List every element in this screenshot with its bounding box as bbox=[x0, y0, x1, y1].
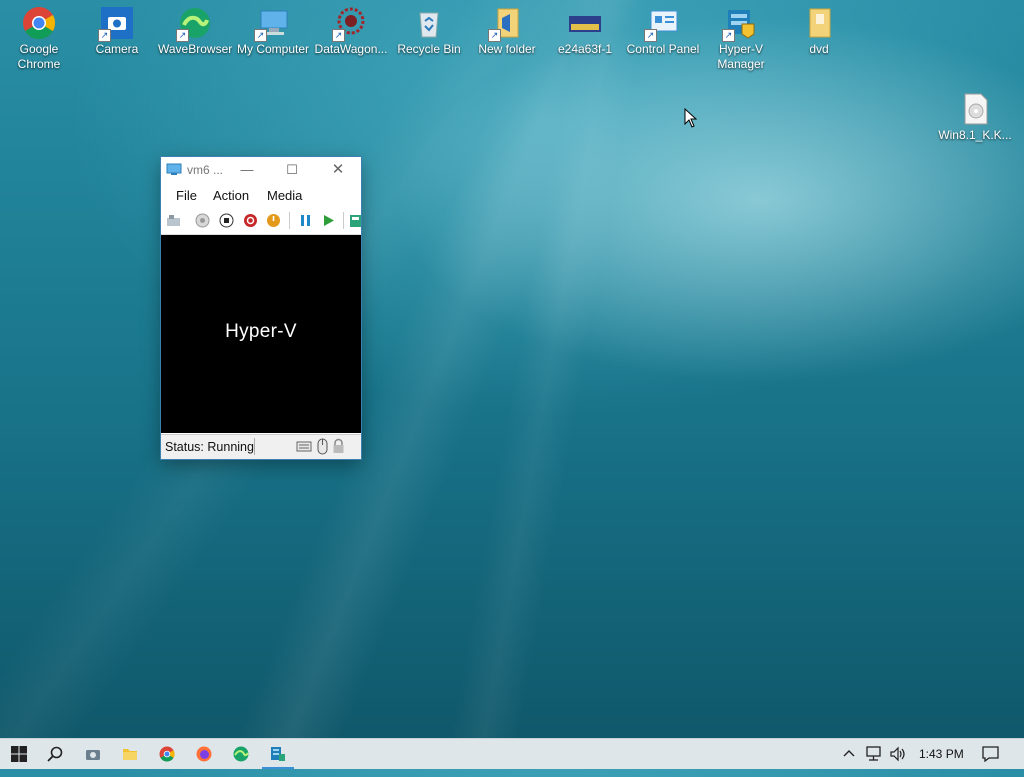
taskbar-camera[interactable] bbox=[74, 739, 112, 769]
chrome-icon bbox=[22, 6, 56, 40]
image-file-icon bbox=[568, 6, 602, 40]
menu-bar: File Action Media bbox=[161, 183, 361, 207]
shortcut-arrow-icon: ↗ bbox=[488, 29, 501, 42]
desktop-icon-label: e24a63f-1 bbox=[557, 42, 613, 56]
shortcut-arrow-icon: ↗ bbox=[722, 29, 735, 42]
desktop-icon-label: Google Chrome bbox=[17, 42, 61, 71]
taskbar-wavebrowser[interactable] bbox=[222, 739, 260, 769]
shut-down-icon[interactable] bbox=[243, 213, 258, 228]
vm-status-text: Status: Running bbox=[165, 440, 254, 454]
desktop-icon-dvd[interactable]: dvd bbox=[780, 0, 858, 57]
shortcut-arrow-icon: ↗ bbox=[332, 29, 345, 42]
file-explorer-icon bbox=[123, 749, 137, 760]
minimize-button[interactable]: — bbox=[224, 157, 270, 183]
folder-icon: ↗ bbox=[488, 6, 524, 42]
taskbar: 1:43 PM bbox=[0, 738, 1024, 769]
desktop-icon-my-computer[interactable]: ↗ My Computer bbox=[234, 0, 312, 57]
status-separator bbox=[254, 438, 255, 455]
desktop-icon-wavebrowser[interactable]: ↗ WaveBrowser bbox=[156, 0, 234, 57]
vm-display[interactable]: Hyper-V bbox=[161, 235, 361, 433]
toolbar bbox=[161, 207, 361, 235]
shortcut-arrow-icon: ↗ bbox=[254, 29, 267, 42]
wavebrowser-icon: ↗ bbox=[176, 6, 212, 42]
start-button[interactable] bbox=[0, 739, 38, 769]
vm-connection-window[interactable]: vm6 ... — ☐ ✕ File Action Media Hyper-V … bbox=[161, 157, 361, 459]
camera-icon: ↗ bbox=[98, 6, 134, 42]
desktop-icon-datawagon[interactable]: ↗ DataWagon... bbox=[312, 0, 390, 57]
shortcut-arrow-icon: ↗ bbox=[176, 29, 189, 42]
window-title: vm6 ... bbox=[187, 163, 224, 177]
folder-icon bbox=[802, 6, 836, 40]
desktop-icon-recycle-bin[interactable]: Recycle Bin bbox=[390, 0, 468, 57]
keyboard-icon bbox=[296, 441, 312, 452]
desktop-icon-new-folder[interactable]: ↗ New folder bbox=[468, 0, 546, 57]
desktop-icon-control-panel[interactable]: ↗ Control Panel bbox=[624, 0, 702, 57]
search-icon bbox=[47, 746, 63, 762]
windows-logo-icon bbox=[11, 746, 27, 762]
clock-time[interactable]: 1:43 PM bbox=[919, 747, 964, 777]
toolbar-separator bbox=[343, 212, 344, 229]
action-center-icon[interactable] bbox=[982, 746, 999, 762]
pause-icon[interactable] bbox=[298, 213, 313, 228]
save-state-icon[interactable] bbox=[266, 213, 281, 228]
chrome-icon bbox=[159, 746, 175, 762]
desktop-icon-label: My Computer bbox=[236, 42, 310, 56]
mouse-icon bbox=[317, 438, 328, 455]
toolbar-separator bbox=[289, 212, 290, 229]
shortcut-arrow-icon: ↗ bbox=[98, 29, 111, 42]
firefox-icon bbox=[196, 746, 212, 762]
desktop-icon-label: WaveBrowser bbox=[158, 42, 233, 56]
taskbar-chrome[interactable] bbox=[148, 739, 186, 769]
resume-icon[interactable] bbox=[321, 213, 336, 228]
mouse-cursor-icon bbox=[684, 108, 698, 128]
hyperv-boot-logo: Hyper-V bbox=[225, 321, 297, 342]
start-vm-icon[interactable] bbox=[195, 213, 210, 228]
taskbar-search-button[interactable] bbox=[36, 739, 74, 769]
menu-action[interactable]: Action bbox=[213, 188, 249, 203]
chevron-up-icon[interactable] bbox=[843, 748, 855, 760]
close-button[interactable]: ✕ bbox=[315, 157, 361, 183]
desktop-icon-label: Control Panel bbox=[626, 42, 700, 56]
hyperv-icon bbox=[271, 747, 285, 761]
desktop-icon-camera[interactable]: ↗ Camera bbox=[78, 0, 156, 57]
vm-monitor-icon bbox=[166, 163, 182, 175]
desktop-icon-label: New folder bbox=[478, 42, 536, 56]
recycle-bin-icon bbox=[412, 6, 446, 40]
disc-file-icon bbox=[958, 92, 992, 126]
desktop-icon-label: Recycle Bin bbox=[397, 42, 461, 56]
datawagon-icon: ↗ bbox=[332, 6, 368, 42]
maximize-button[interactable]: ☐ bbox=[269, 157, 315, 183]
desktop-icon-win81-file[interactable]: Win8.1_K.K... bbox=[936, 86, 1014, 143]
wallpaper bbox=[0, 0, 1024, 768]
taskbar-file-explorer[interactable] bbox=[111, 739, 149, 769]
checkpoint-icon[interactable] bbox=[349, 213, 361, 228]
computer-icon: ↗ bbox=[254, 6, 290, 42]
window-title-bar[interactable]: vm6 ... — ☐ ✕ bbox=[161, 157, 361, 183]
shortcut-arrow-icon: ↗ bbox=[644, 29, 657, 42]
hyperv-manager-icon: ↗ bbox=[722, 6, 758, 42]
ctrl-alt-del-icon[interactable] bbox=[166, 213, 181, 228]
desktop-icon-label: Win8.1_K.K... bbox=[938, 128, 1012, 142]
volume-icon[interactable] bbox=[889, 746, 907, 762]
taskbar-firefox[interactable] bbox=[185, 739, 223, 769]
desktop-icon-hyperv-manager[interactable]: ↗ Hyper-V Manager bbox=[702, 0, 780, 72]
camera-icon bbox=[86, 750, 100, 760]
menu-file[interactable]: File bbox=[176, 188, 197, 203]
turn-off-icon[interactable] bbox=[219, 213, 234, 228]
network-icon[interactable] bbox=[865, 746, 882, 762]
wavebrowser-icon bbox=[233, 746, 249, 762]
desktop-icon-label: DataWagon... bbox=[314, 42, 388, 56]
menu-media[interactable]: Media bbox=[267, 188, 302, 203]
taskbar-hyperv[interactable] bbox=[259, 739, 297, 769]
desktop-icon-e24a63f[interactable]: e24a63f-1 bbox=[546, 0, 624, 57]
control-panel-icon: ↗ bbox=[644, 6, 680, 42]
desktop-icon-label: Camera bbox=[95, 42, 139, 56]
status-bar: Status: Running bbox=[161, 434, 361, 459]
desktop-icon-label: Hyper-V Manager bbox=[717, 42, 765, 71]
lock-icon bbox=[333, 438, 344, 453]
desktop-icon-label: dvd bbox=[809, 42, 829, 56]
desktop-icon-chrome[interactable]: Google Chrome bbox=[0, 0, 78, 72]
